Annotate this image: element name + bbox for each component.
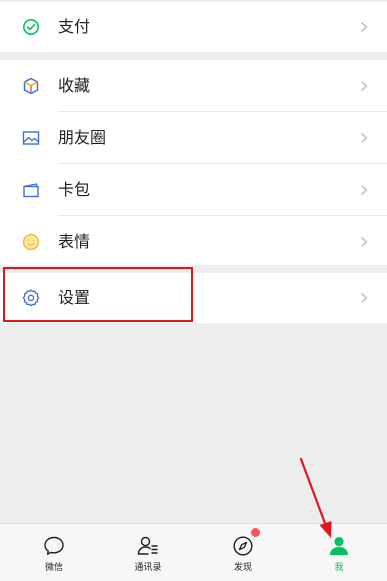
cube-icon xyxy=(21,76,41,96)
tab-discover[interactable]: 发现 xyxy=(213,524,273,581)
gear-icon xyxy=(21,288,41,308)
menu-label-cards: 卡包 xyxy=(58,180,91,199)
chevron-right-icon xyxy=(357,131,371,145)
menu-label-favorites: 收藏 xyxy=(58,76,91,95)
section-collections: 收藏 朋友圈 卡包 表情 xyxy=(0,60,387,265)
contacts-icon xyxy=(135,533,161,559)
tab-chats[interactable]: 微信 xyxy=(24,524,84,581)
menu-row-settings[interactable]: 设置 xyxy=(0,272,387,324)
tab-label-discover: 发现 xyxy=(233,563,252,573)
chevron-right-icon xyxy=(357,291,371,305)
tab-label-chats: 微信 xyxy=(44,563,63,573)
chevron-right-icon xyxy=(357,20,371,34)
compass-icon xyxy=(230,533,256,559)
menu-label-settings: 设置 xyxy=(58,288,91,307)
pay-check-icon xyxy=(21,17,41,37)
picture-icon xyxy=(21,128,41,148)
tab-me[interactable]: 我 xyxy=(309,524,369,581)
menu-label-moments: 朋友圈 xyxy=(58,128,107,147)
chevron-right-icon xyxy=(357,235,371,249)
menu-row-cards[interactable]: 卡包 xyxy=(0,164,387,216)
menu-row-pay[interactable]: 支付 xyxy=(0,1,387,53)
chevron-right-icon xyxy=(357,79,371,93)
menu-label-stickers: 表情 xyxy=(58,232,91,251)
chevron-right-icon xyxy=(357,183,371,197)
bottom-tab-bar: 微信 通讯录 发现 我 xyxy=(0,523,387,581)
smiley-icon xyxy=(21,232,41,252)
menu-label-pay: 支付 xyxy=(58,17,91,36)
tab-contacts[interactable]: 通讯录 xyxy=(118,524,178,581)
tab-label-me: 我 xyxy=(334,563,344,573)
card-wallet-icon xyxy=(21,180,41,200)
menu-row-favorites[interactable]: 收藏 xyxy=(0,60,387,112)
chat-bubble-icon xyxy=(41,533,67,559)
notification-badge xyxy=(251,528,260,537)
tab-label-contacts: 通讯录 xyxy=(134,563,162,573)
menu-row-stickers[interactable]: 表情 xyxy=(0,216,387,268)
section-settings: 设置 xyxy=(0,273,387,323)
person-icon xyxy=(326,533,352,559)
section-pay: 支付 xyxy=(0,2,387,52)
menu-row-moments[interactable]: 朋友圈 xyxy=(0,112,387,164)
